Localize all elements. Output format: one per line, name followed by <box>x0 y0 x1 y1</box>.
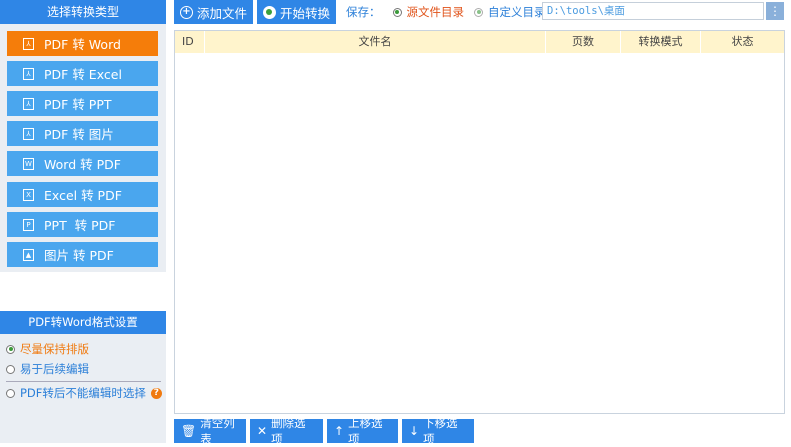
column-status[interactable]: 状态 <box>701 31 784 53</box>
option-label: 尽量保持排版 <box>20 342 89 356</box>
radio-checked-icon <box>6 344 15 354</box>
column-pages[interactable]: 页数 <box>546 31 621 53</box>
pdf-icon: ⅄ <box>23 37 34 50</box>
word-icon: W <box>23 157 34 170</box>
convert-pdf-to-image-button[interactable]: ⅄ PDF 转 图片 <box>7 121 158 146</box>
option-label: PDF转后不能编辑时选择 <box>20 386 146 400</box>
convert-label: PDF 转 PPT <box>44 97 112 112</box>
option-label: 易于后续编辑 <box>20 362 89 376</box>
column-id[interactable]: ID <box>175 31 205 53</box>
clear-list-button[interactable]: 🗑 清空列表 <box>174 416 246 446</box>
convert-pdf-to-excel-button[interactable]: ⅄ PDF 转 Excel <box>7 61 158 86</box>
pdf-icon: ⅄ <box>23 67 34 80</box>
output-path-field[interactable]: D:\tools\桌面 <box>542 2 764 20</box>
conversion-type-panel: 选择转换类型 ⅄ PDF 转 Word ⅄ PDF 转 Excel ⅄ PDF … <box>0 0 166 272</box>
convert-label: Excel 转 PDF <box>44 188 122 203</box>
start-convert-label: 开始转换 <box>280 5 331 21</box>
word-format-settings-panel: PDF转Word格式设置 尽量保持排版 易于后续编辑 PDF转后不能编辑时选择 … <box>0 311 166 443</box>
radio-unchecked-icon <box>6 388 15 398</box>
save-option-label: 源文件目录 <box>406 5 465 19</box>
convert-label: PDF 转 图片 <box>44 127 114 142</box>
arrow-up-icon: ↑ <box>334 424 345 438</box>
pdf-icon: ⅄ <box>23 127 34 140</box>
start-convert-button[interactable]: 开始转换 <box>257 0 336 24</box>
column-mode[interactable]: 转换模式 <box>621 31 701 53</box>
add-files-label: 添加文件 <box>197 5 248 21</box>
save-source-dir-option[interactable]: 源文件目录 <box>392 4 465 20</box>
convert-label: PDF 转 Excel <box>44 67 122 82</box>
convert-pdf-to-ppt-button[interactable]: ⅄ PDF 转 PPT <box>7 91 158 116</box>
save-custom-dir-option[interactable]: 自定义目录 <box>474 4 546 20</box>
keep-layout-option[interactable]: 尽量保持排版 <box>6 341 89 357</box>
file-list-table[interactable]: ID 文件名 页数 转换模式 状态 <box>174 30 785 414</box>
arrow-down-icon: ↓ <box>409 424 420 438</box>
delete-item-label: 删除选项 <box>271 416 306 446</box>
convert-word-to-pdf-button[interactable]: W Word 转 PDF <box>7 151 158 176</box>
close-icon: ✕ <box>257 424 268 438</box>
move-up-button[interactable]: ↑ 上移选项 <box>327 416 398 446</box>
add-files-button[interactable]: + 添加文件 <box>174 0 253 24</box>
browse-path-button[interactable]: ⋮ <box>766 2 784 20</box>
excel-icon: X <box>23 188 34 201</box>
radio-unchecked-icon <box>6 364 15 374</box>
delete-item-button[interactable]: ✕ 删除选项 <box>250 416 323 446</box>
save-label: 保存： <box>346 5 381 19</box>
easy-edit-option[interactable]: 易于后续编辑 <box>6 361 89 377</box>
move-down-label: 下移选项 <box>423 416 458 446</box>
convert-label: PDF 转 Word <box>44 37 121 52</box>
convert-label: 图片 转 PDF <box>44 248 114 263</box>
radio-checked-icon <box>392 7 402 17</box>
move-up-label: 上移选项 <box>348 416 383 446</box>
move-down-button[interactable]: ↓ 下移选项 <box>402 416 474 446</box>
ppt-icon: P <box>23 218 34 231</box>
clear-list-label: 清空列表 <box>200 416 235 446</box>
convert-ppt-to-pdf-button[interactable]: P PPT 转 PDF <box>7 212 158 237</box>
convert-label: Word 转 PDF <box>44 157 121 172</box>
save-option-label: 自定义目录 <box>488 5 546 19</box>
help-icon[interactable]: ? <box>150 387 162 399</box>
non-editable-option[interactable]: PDF转后不能编辑时选择 ? <box>6 385 162 401</box>
convert-label: PPT 转 PDF <box>44 218 116 233</box>
conversion-type-header: 选择转换类型 <box>0 0 166 24</box>
convert-excel-to-pdf-button[interactable]: X Excel 转 PDF <box>7 182 158 207</box>
radio-icon <box>474 7 483 17</box>
pdf-icon: ⅄ <box>23 97 34 110</box>
trash-icon: 🗑 <box>181 424 197 438</box>
plus-circle-icon: + <box>180 5 193 19</box>
convert-image-to-pdf-button[interactable]: ▲ 图片 转 PDF <box>7 242 158 267</box>
image-icon: ▲ <box>23 248 34 261</box>
start-icon <box>263 5 276 19</box>
column-filename[interactable]: 文件名 <box>205 31 546 53</box>
table-header: ID 文件名 页数 转换模式 状态 <box>175 31 784 53</box>
save-location-group: 保存： 源文件目录 自定义目录 <box>346 0 556 24</box>
convert-pdf-to-word-button[interactable]: ⅄ PDF 转 Word <box>7 31 158 56</box>
settings-header: PDF转Word格式设置 <box>0 311 166 334</box>
options-divider <box>6 381 161 382</box>
